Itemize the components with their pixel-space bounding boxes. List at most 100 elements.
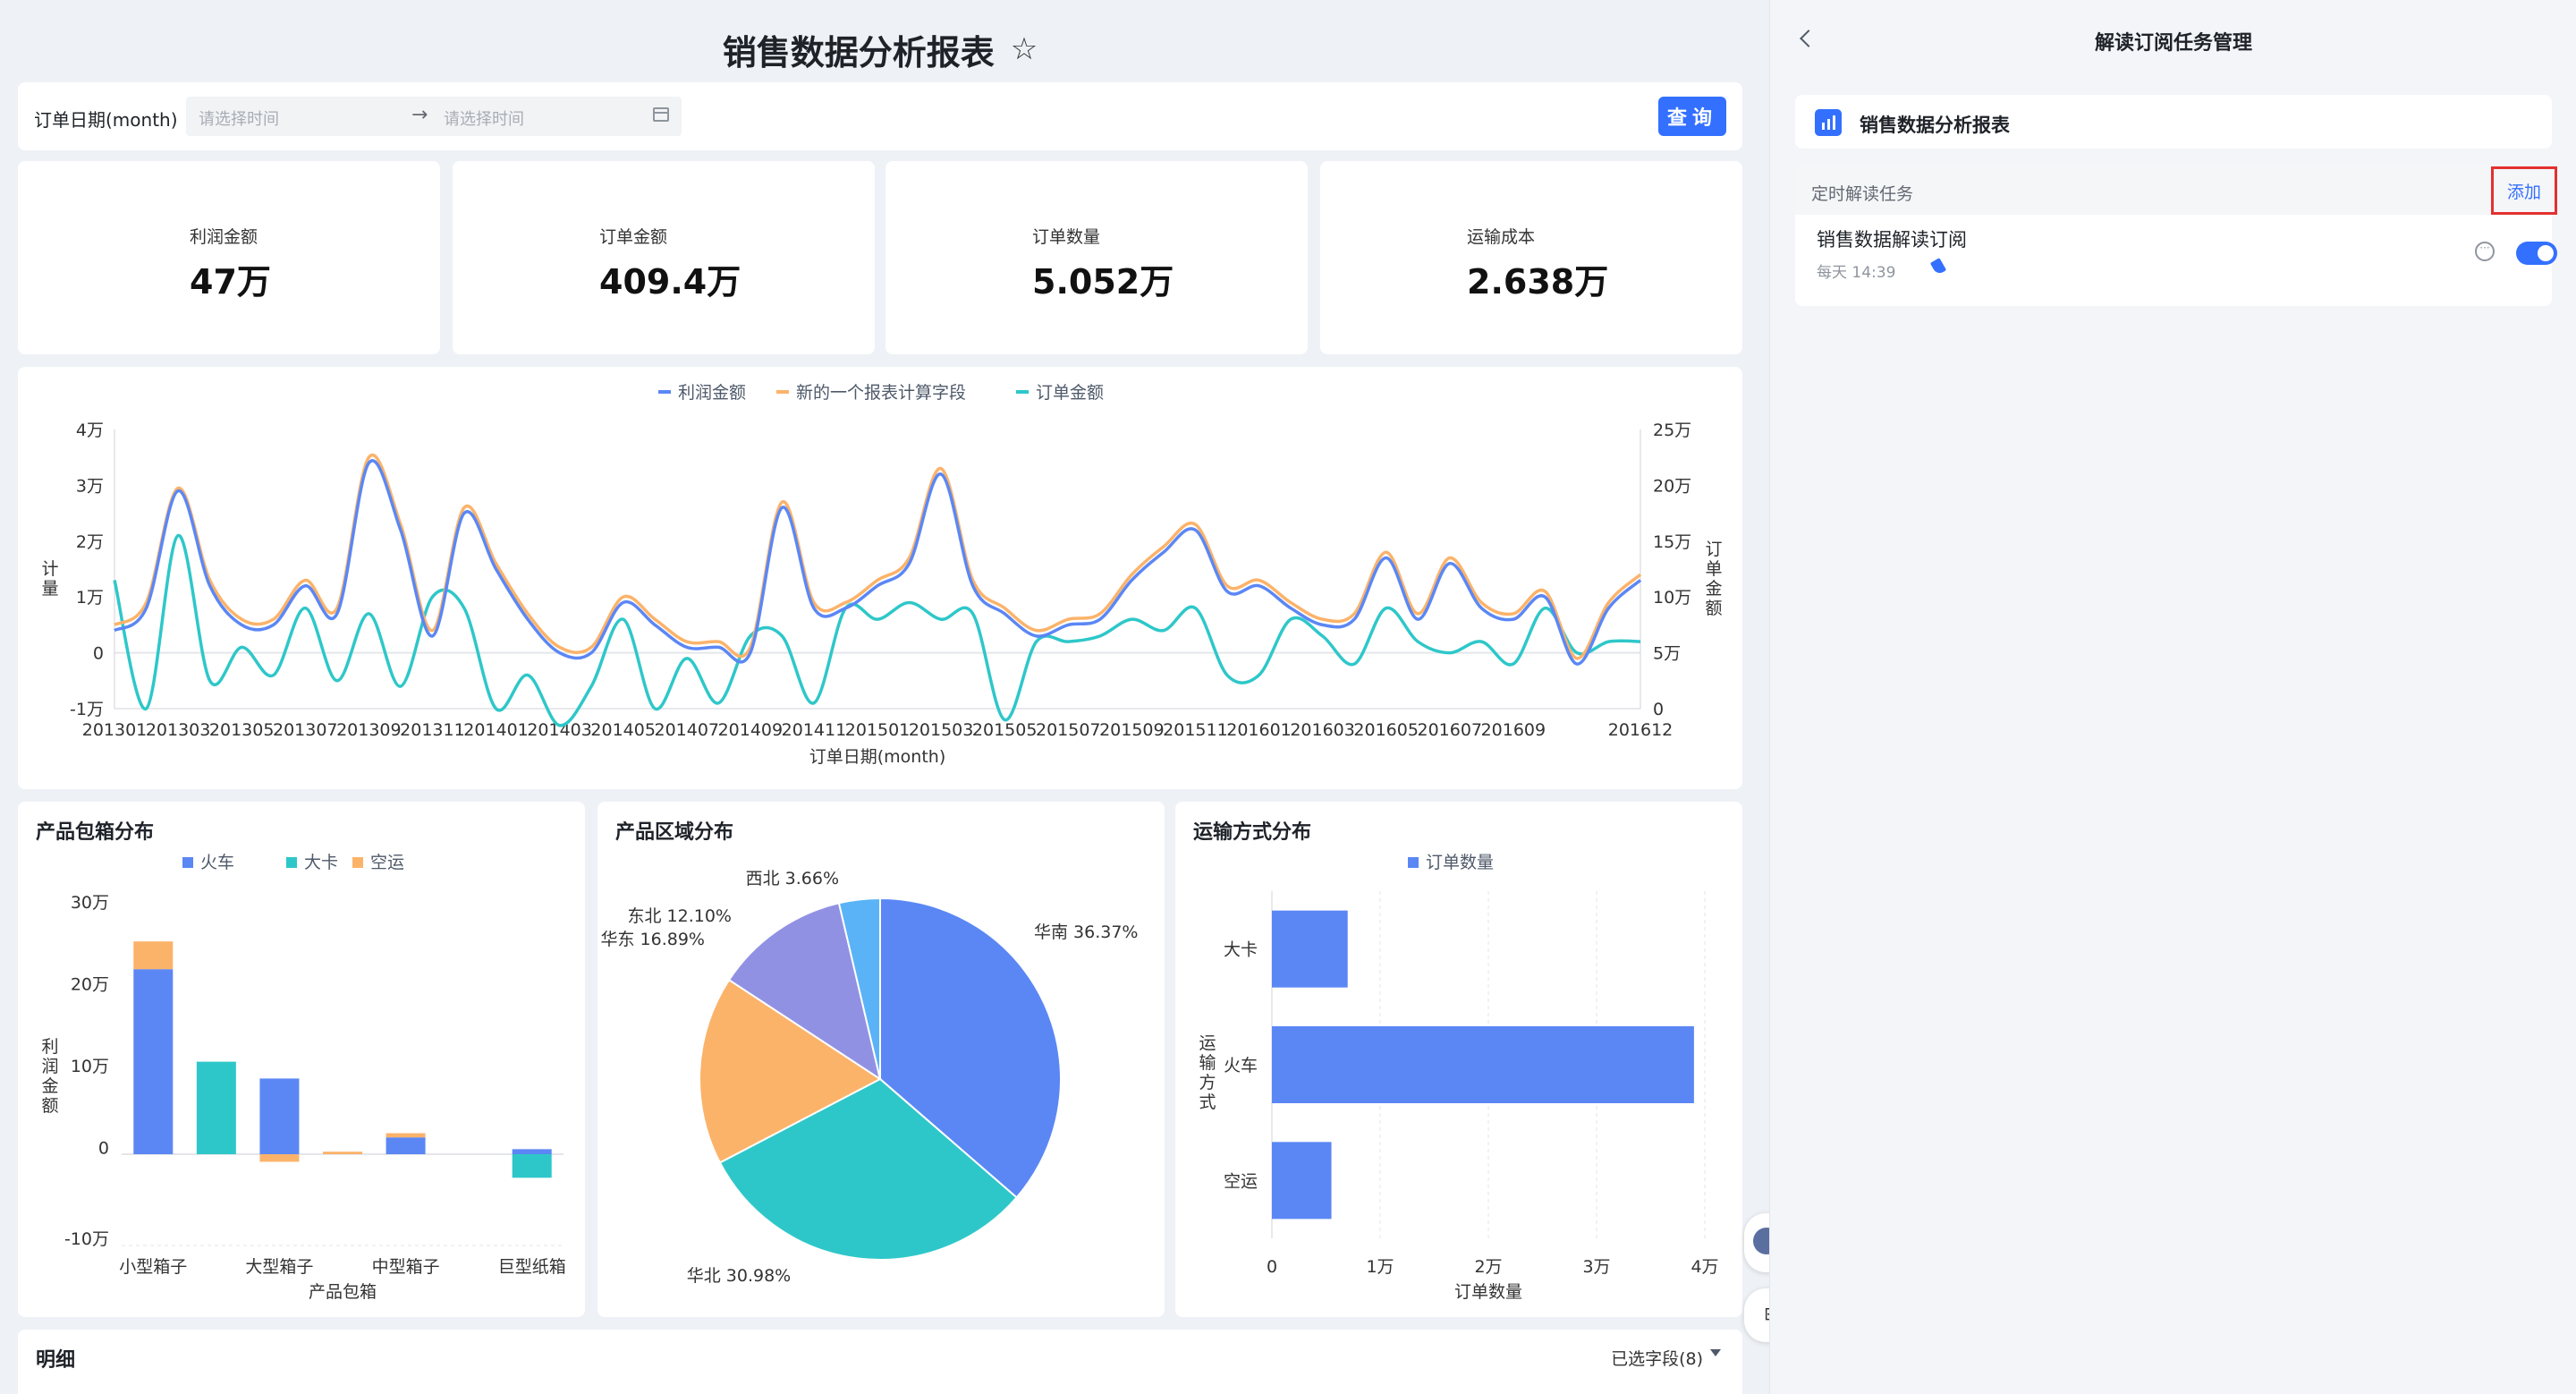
- x-tick-label: 中型箱子: [372, 1257, 440, 1277]
- kpi-label: 运输成本: [1467, 227, 1536, 247]
- y-tick-label: -10万: [64, 1229, 109, 1249]
- x-tick-label: 201507: [1036, 720, 1101, 740]
- legend-label: 新的一个报表计算字段: [796, 383, 966, 403]
- bar-segment: [386, 1133, 426, 1138]
- x-tick-label: 201505: [972, 720, 1038, 740]
- y-axis-title-char: 利: [41, 1037, 58, 1057]
- x-tick-label: 1万: [1366, 1257, 1394, 1277]
- x-tick-label: 小型箱子: [119, 1257, 187, 1277]
- x-tick-label: 201407: [654, 720, 719, 740]
- star-icon[interactable]: ☆: [1011, 31, 1038, 67]
- x-tick-label: 201511: [1163, 720, 1228, 740]
- kpi-card-shipping-cost: 运输成本 2.638万: [1320, 161, 1742, 354]
- pie-chart: 华南 36.37% 华北 30.98% 华东 16.89% 东北 12.10% 西北 3…: [601, 869, 1139, 1286]
- caret-down-icon[interactable]: [1710, 1349, 1721, 1356]
- task-enabled-toggle[interactable]: [2516, 242, 2557, 265]
- more-options-icon[interactable]: ···: [2475, 242, 2495, 261]
- y-right-tick-label: 10万: [1653, 588, 1691, 608]
- horizontal-bar-chart: 订单数量0 1万 2万 3万 4万订单数量运输方式大卡火车空运: [1199, 853, 1718, 1302]
- detail-title: 明细: [36, 1349, 76, 1372]
- x-tick-label: 201307: [273, 720, 338, 740]
- y-axis-title-char: 运: [1199, 1033, 1216, 1053]
- x-tick-label: 201309: [336, 720, 402, 740]
- kpi-label: 订单数量: [1032, 227, 1101, 247]
- hbar: [1272, 1026, 1694, 1103]
- filter-bar: 订单日期(month) 请选择时间 → 请选择时间 查询: [18, 82, 1742, 150]
- kpi-label: 利润金额: [190, 227, 258, 247]
- legend-swatch: [1408, 857, 1419, 868]
- kpi-card-profit: 利润金额 47万: [18, 161, 440, 354]
- y-right-tick-label: 0: [1653, 700, 1664, 719]
- x-tick-label: 201311: [400, 720, 465, 740]
- y-right-tick-label: 20万: [1653, 476, 1691, 496]
- series-line-1: [113, 453, 1642, 660]
- x-axis-title: 订单数量: [1454, 1282, 1522, 1302]
- x-tick-label: 201503: [909, 720, 974, 740]
- y-tick-label: 大卡: [1224, 940, 1258, 960]
- x-tick-label: 201409: [718, 720, 784, 740]
- y-left-tick-label: 4万: [76, 421, 104, 440]
- y-right-tick-label: 25万: [1653, 421, 1691, 440]
- shipping-distribution-card: 运输方式分布 订单数量 0 1万 2万 3万 4万 订单数量运输方式大卡 火车 空运: [1175, 802, 1742, 1317]
- selected-fields-dropdown[interactable]: 已选字段(8): [1611, 1346, 1703, 1370]
- slice-label: 华东 16.89%: [601, 930, 706, 949]
- x-tick-label: 201403: [527, 720, 592, 740]
- slice-label: 华南 36.37%: [1034, 922, 1139, 942]
- y-right-axis-title-char: 金: [1705, 579, 1722, 599]
- box-distribution-card: 产品包箱分布 火车 大卡 空运 30万 20万 10万 0 -10万利润金额小型箱子 大型箱子中…: [18, 802, 585, 1317]
- x-tick-label: 大型箱子: [245, 1257, 313, 1277]
- y-left-tick-label: 0: [93, 644, 104, 664]
- x-tick-label: 201609: [1481, 720, 1546, 740]
- y-axis-title-char: 额: [41, 1096, 58, 1116]
- x-tick-label: 4万: [1690, 1257, 1718, 1277]
- bar-segment: [259, 1154, 300, 1162]
- x-tick-label: 201411: [782, 720, 847, 740]
- x-tick-label: 201612: [1608, 720, 1674, 740]
- x-tick-label: 3万: [1582, 1257, 1610, 1277]
- query-button[interactable]: 查询: [1658, 97, 1726, 136]
- legend-label: 火车: [200, 853, 234, 872]
- range-arrow-icon: →: [411, 104, 428, 126]
- date-range-picker[interactable]: 请选择时间 → 请选择时间: [186, 97, 682, 136]
- y-axis-title-char: 润: [41, 1057, 58, 1076]
- region-distribution-card: 产品区域分布 华南 36.37% 华北 30.98% 华东 16.89% 东北 12.…: [597, 802, 1165, 1317]
- task-card: 定时解读任务 添加 销售数据解读订阅 每天 14:39 ···: [1795, 166, 2557, 306]
- tag-icon: [1929, 258, 1947, 276]
- y-right-tick-label: 15万: [1653, 532, 1691, 552]
- x-tick-label: 201405: [590, 720, 656, 740]
- y-right-tick-label: 5万: [1653, 644, 1681, 664]
- y-left-tick-label: 3万: [76, 476, 104, 496]
- task-name[interactable]: 销售数据解读订阅: [1817, 225, 1967, 252]
- y-tick-label: 10万: [71, 1057, 109, 1076]
- bar-segment: [259, 1078, 300, 1154]
- task-section-header: 定时解读任务 添加: [1795, 166, 2557, 215]
- panel-title: 解读订阅任务管理: [2094, 32, 2252, 55]
- x-tick-label: 201501: [845, 720, 911, 740]
- legend-swatch: [352, 857, 363, 868]
- x-tick-label: 201601: [1226, 720, 1292, 740]
- y-axis-title-char: 式: [1199, 1092, 1216, 1112]
- add-task-button[interactable]: 添加: [2491, 166, 2557, 215]
- line-chart-card: 4万 3万 2万 1万 0 -1万 25万 20万 15万 10万 5万 0 计量订单金额 201301 2…: [18, 367, 1742, 789]
- x-tick-label: 201509: [1099, 720, 1165, 740]
- bar-segment: [512, 1149, 552, 1154]
- report-name: 销售数据分析报表: [1860, 115, 2010, 136]
- x-tick-label: 201303: [146, 720, 211, 740]
- calendar-icon[interactable]: [653, 107, 669, 122]
- start-date-input[interactable]: 请选择时间: [199, 106, 279, 130]
- x-tick-label: 巨型纸箱: [498, 1257, 566, 1277]
- legend-swatch: [182, 857, 193, 868]
- y-right-axis-title-char: 额: [1705, 599, 1722, 618]
- x-axis-title: 订单日期(month): [809, 747, 946, 767]
- kpi-value: 47万: [190, 262, 271, 302]
- y-axis-title-char: 输: [1199, 1053, 1216, 1073]
- legend-label: 订单金额: [1036, 383, 1104, 403]
- bar-segment: [386, 1137, 426, 1154]
- y-left-tick-label: -1万: [70, 700, 104, 719]
- report-card[interactable]: 销售数据分析报表: [1795, 95, 2552, 149]
- end-date-input[interactable]: 请选择时间: [444, 106, 524, 130]
- task-section-label: 定时解读任务: [1811, 184, 1914, 204]
- slice-label: 东北 12.10%: [628, 906, 733, 926]
- x-axis-title: 产品包箱: [309, 1282, 377, 1302]
- kpi-card-order-count: 订单数量 5.052万: [886, 161, 1308, 354]
